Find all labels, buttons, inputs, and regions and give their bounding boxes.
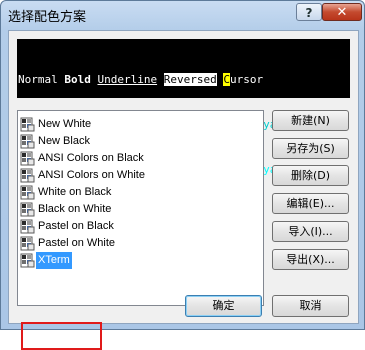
scheme-label: New Black <box>38 135 90 147</box>
color-scheme-icon <box>20 253 35 268</box>
scheme-label: Pastel on Black <box>38 220 114 232</box>
scheme-label: ANSI Colors on Black <box>38 152 144 164</box>
export-button[interactable]: 导出(X)... <box>272 249 349 270</box>
highlight-annotation-box <box>21 322 102 350</box>
preview-text-segment: Reversed <box>163 73 217 86</box>
dialog-body: Normal Bold Underline Reversed Cursor re… <box>8 30 359 350</box>
dialog-title: 选择配色方案 <box>8 10 87 25</box>
new-button[interactable]: 新建(N) <box>272 110 349 131</box>
preview-text-segment: C <box>223 73 230 86</box>
save-as-button[interactable]: 另存为(S) <box>272 138 349 159</box>
color-scheme-icon <box>20 168 35 183</box>
scheme-label: XTerm <box>36 252 72 269</box>
scheme-list[interactable]: New White New Black ANSI Colors on Black AN… <box>17 110 264 350</box>
cancel-button[interactable]: 取消 <box>272 295 349 317</box>
color-scheme-icon <box>20 236 35 251</box>
color-scheme-icon <box>20 185 35 200</box>
title-bar[interactable]: 选择配色方案 ? ✕ <box>1 1 364 29</box>
preview-text-segment: ursor <box>229 73 264 86</box>
preview-text-segment: Underline <box>97 73 158 86</box>
close-button[interactable]: ✕ <box>322 3 362 21</box>
preview-text-segment: Bold <box>64 73 98 86</box>
help-button[interactable]: ? <box>296 3 322 21</box>
color-scheme-dialog: 选择配色方案 ? ✕ Normal Bold Underline Reverse… <box>0 0 365 350</box>
color-scheme-icon <box>20 117 35 132</box>
import-button[interactable]: 导入(I)... <box>272 221 349 242</box>
scheme-label: ANSI Colors on White <box>38 169 145 181</box>
color-scheme-icon <box>20 202 35 217</box>
color-preview: Normal Bold Underline Reversed Cursor re… <box>17 39 350 176</box>
preview-line-styles: Normal Bold Underline Reversed Cursor <box>18 72 350 87</box>
edit-button[interactable]: 编辑(E)... <box>272 193 349 214</box>
color-scheme-icon <box>20 151 35 166</box>
scheme-label: New White <box>38 118 92 130</box>
scheme-label: White on Black <box>38 186 112 198</box>
color-scheme-icon <box>20 219 35 234</box>
scheme-label: Pastel on White <box>38 237 116 249</box>
preview-text-segment <box>157 73 164 86</box>
scheme-label: Black on White <box>38 203 112 215</box>
delete-button[interactable]: 删除(D) <box>272 165 349 186</box>
preview-text-segment: Normal <box>18 73 65 86</box>
ok-button[interactable]: 确定 <box>185 295 262 317</box>
color-scheme-icon <box>20 134 35 149</box>
